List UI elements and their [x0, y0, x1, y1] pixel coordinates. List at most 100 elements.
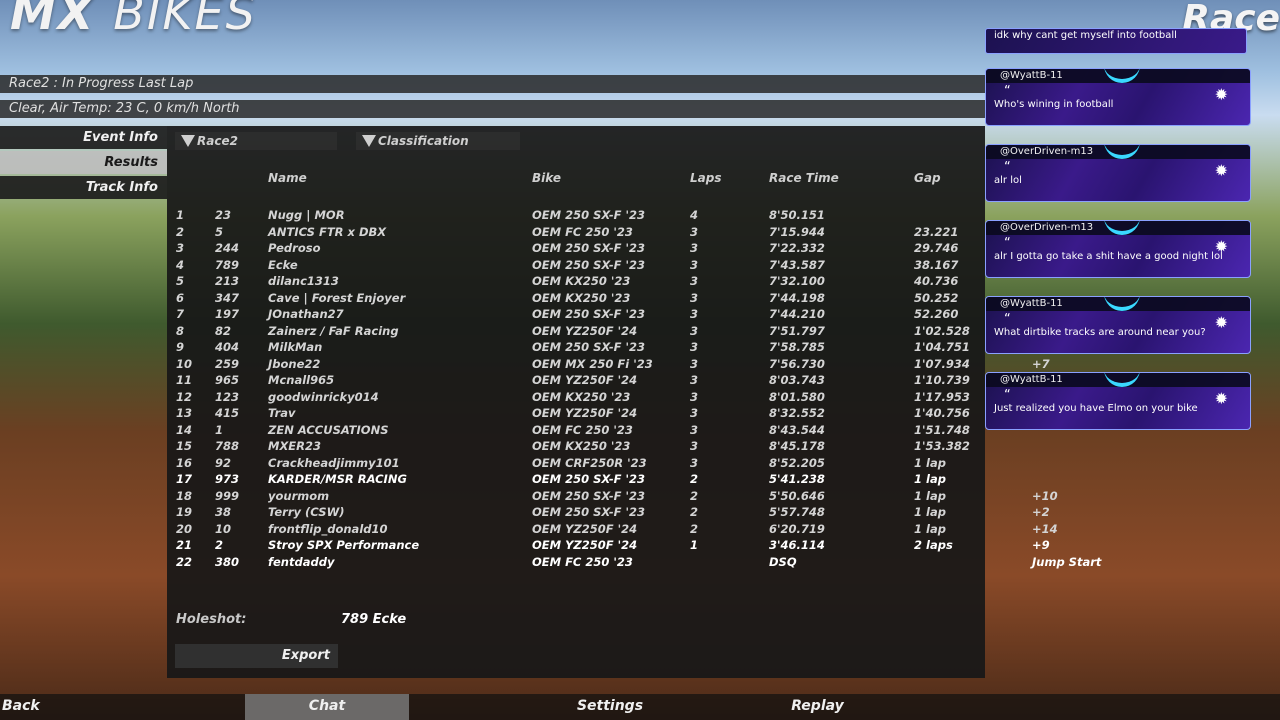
- rider-name-cell: Pedroso: [268, 241, 321, 255]
- position-cell: 17: [176, 472, 193, 486]
- number-cell: 92: [215, 455, 232, 470]
- laps-cell: 3: [690, 406, 699, 420]
- holeshot-label: Holeshot:: [176, 612, 247, 627]
- table-row: 9 404 MilkMan OEM 250 SX-F '23 3 7'58.785 1'04…: [175, 340, 985, 357]
- position-cell: 16: [176, 455, 193, 470]
- chat-message: @WyattB-11 “✹ What dirtbike tracks are aro…: [985, 296, 1251, 354]
- column-header-gap: Gap: [914, 171, 941, 185]
- logo-bold: MX: [10, 0, 96, 40]
- race-time-cell: 8'43.544: [769, 422, 825, 437]
- bike-cell: OEM KX250 '23: [532, 389, 631, 404]
- laps-cell: 3: [690, 274, 699, 288]
- gap-cell: 29.746: [914, 241, 959, 255]
- game-logo: MX BIKES: [10, 0, 257, 40]
- gap-cell: 1 lap: [914, 472, 946, 486]
- results-panel: Race2 Classification Name Bike Laps Race…: [167, 126, 1101, 678]
- number-cell: 789: [215, 257, 240, 272]
- back-button[interactable]: Back: [0, 694, 42, 720]
- position-cell: 3: [176, 241, 185, 255]
- gap-cell: 1 lap: [914, 488, 946, 503]
- replay-button[interactable]: Replay: [760, 694, 875, 720]
- number-cell: 10: [215, 521, 232, 536]
- race-time-cell: 7'43.587: [769, 257, 825, 272]
- table-row: 22 380 fentdaddy OEM FC 250 '23 DSQ Jump Star…: [175, 555, 1101, 572]
- gap-cell: 23.221: [914, 224, 959, 239]
- sparkle-icon: ✹: [1214, 161, 1228, 180]
- gap-cell: 1 lap: [914, 455, 946, 470]
- settings-button[interactable]: Settings: [545, 694, 675, 720]
- position-cell: 10: [176, 356, 193, 371]
- number-cell: 415: [215, 406, 240, 420]
- laps-cell: 3: [690, 290, 699, 305]
- laps-cell: 2: [690, 488, 699, 503]
- position-cell: 15: [176, 439, 193, 453]
- race-time-cell: 8'45.178: [769, 439, 825, 453]
- number-cell: 973: [215, 472, 240, 486]
- side-nav-event-info[interactable]: Event Info: [0, 126, 167, 149]
- bike-cell: OEM KX250 '23: [532, 439, 631, 453]
- race-dropdown[interactable]: Race2: [175, 132, 337, 150]
- chat-message-text: alr I gotta go take a shit have a good n…: [994, 251, 1223, 262]
- penalty-cell: Jump Start: [1032, 554, 1102, 569]
- quote-icon: “: [1004, 84, 1011, 99]
- rider-name-cell: KARDER/MSR RACING: [268, 472, 407, 486]
- gap-cell: 40.736: [914, 274, 959, 288]
- bike-cell: OEM YZ250F '24: [532, 521, 638, 536]
- penalty-cell: +9: [1032, 538, 1050, 552]
- number-cell: 213: [215, 274, 240, 288]
- number-cell: 259: [215, 356, 240, 371]
- laps-cell: 3: [690, 356, 699, 371]
- race-time-cell: 7'22.332: [769, 241, 825, 255]
- laps-cell: 2: [690, 472, 699, 486]
- bike-cell: OEM YZ250F '24: [532, 323, 638, 338]
- position-cell: 7: [176, 307, 185, 321]
- dropdown-arrow-icon: [181, 135, 195, 147]
- number-cell: 1: [215, 422, 224, 437]
- race-time-cell: 7'44.198: [769, 290, 825, 305]
- chat-message: @WyattB-11 “✹ Just realized you have Elmo …: [985, 372, 1251, 430]
- column-header-name: Name: [268, 171, 307, 185]
- number-cell: 82: [215, 323, 232, 338]
- race-time-cell: 3'46.114: [769, 538, 825, 552]
- race-time-cell: 7'56.730: [769, 356, 825, 371]
- side-nav-track-info[interactable]: Track Info: [0, 176, 167, 199]
- table-row: 21 2 Stroy SPX Performance OEM YZ250F '24 1 3…: [175, 538, 1050, 555]
- gap-cell: 1 lap: [914, 505, 946, 519]
- race-time-cell: 8'32.552: [769, 406, 825, 420]
- gap-cell: 1'10.739: [914, 373, 970, 387]
- table-row: 7 197 JOnathan27 OEM 250 SX-F '23 3 7'44.210 5…: [175, 307, 985, 324]
- position-cell: 19: [176, 505, 193, 519]
- export-button[interactable]: Export: [175, 644, 338, 668]
- position-cell: 9: [176, 340, 185, 354]
- bike-cell: OEM 250 SX-F '23: [532, 488, 646, 503]
- laps-cell: 3: [690, 439, 699, 453]
- race-time-cell: 8'52.205: [769, 455, 825, 470]
- gap-cell: 52.260: [914, 307, 959, 321]
- results-rows: 1 23 Nugg | MOR OEM 250 SX-F '23 4 8'50.151 2 5…: [175, 208, 1101, 572]
- rider-name-cell: MilkMan: [268, 340, 323, 354]
- laps-cell: 4: [690, 208, 699, 222]
- rider-name-cell: dilanc1313: [268, 274, 339, 288]
- table-row: 10 259 Jbone22 OEM MX 250 Fi '23 3 7'56.730 1'…: [175, 356, 1050, 374]
- bike-cell: OEM CRF250R '23: [532, 455, 647, 470]
- number-cell: 23: [215, 208, 232, 222]
- bike-cell: OEM 250 SX-F '23: [532, 505, 646, 519]
- bike-cell: OEM YZ250F '24: [532, 406, 638, 420]
- position-cell: 14: [176, 422, 193, 437]
- side-nav: Event Info Results Track Info: [0, 126, 167, 201]
- chat-message-text: Who's wining in football: [994, 99, 1114, 110]
- side-nav-results[interactable]: Results: [0, 151, 167, 174]
- sparkle-icon: ✹: [1214, 85, 1228, 104]
- race-time-cell: 7'32.100: [769, 274, 825, 288]
- view-dropdown[interactable]: Classification: [356, 132, 520, 150]
- race-time-cell: 5'50.646: [769, 488, 825, 503]
- number-cell: 38: [215, 505, 232, 519]
- chat-button[interactable]: Chat: [245, 694, 409, 720]
- table-row: 1 23 Nugg | MOR OEM 250 SX-F '23 4 8'50.151: [175, 208, 985, 225]
- chat-message: idk why cant get myself into football: [985, 28, 1247, 54]
- chat-message: @OverDriven-m13 “✹ alr lol: [985, 144, 1251, 202]
- column-header-bike: Bike: [532, 171, 561, 185]
- race-time-cell: 7'51.797: [769, 323, 825, 338]
- rider-name-cell: Terry (CSW): [268, 505, 345, 519]
- rider-name-cell: MXER23: [268, 439, 322, 453]
